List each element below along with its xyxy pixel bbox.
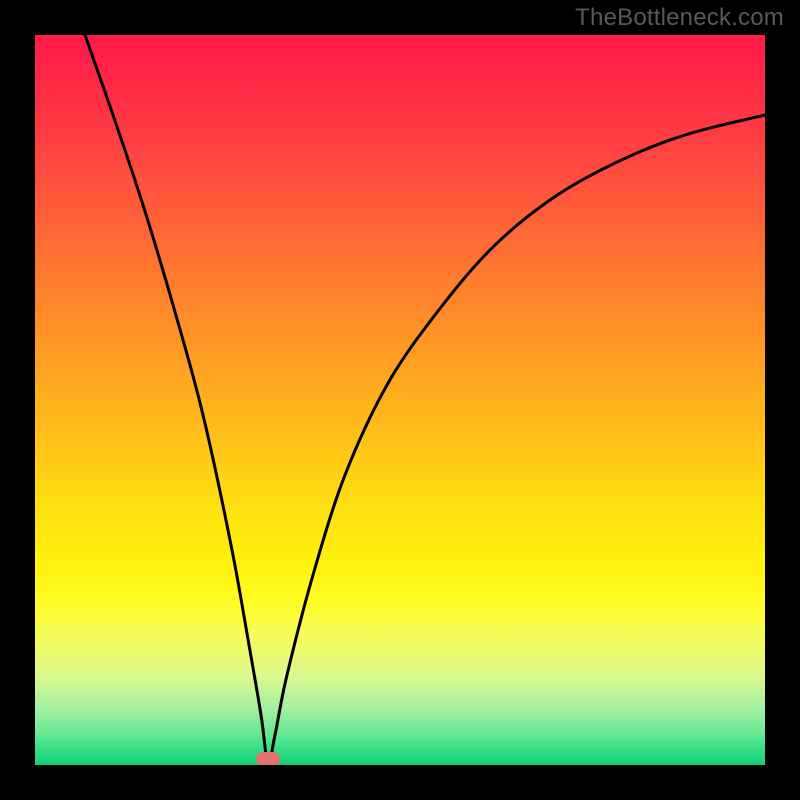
chart-frame: TheBottleneck.com — [0, 0, 800, 800]
optimum-marker — [256, 752, 280, 765]
bottleneck-curve — [35, 35, 765, 765]
watermark-text: TheBottleneck.com — [575, 4, 784, 32]
gradient-plot-area — [35, 35, 765, 765]
curve-path — [85, 35, 765, 763]
